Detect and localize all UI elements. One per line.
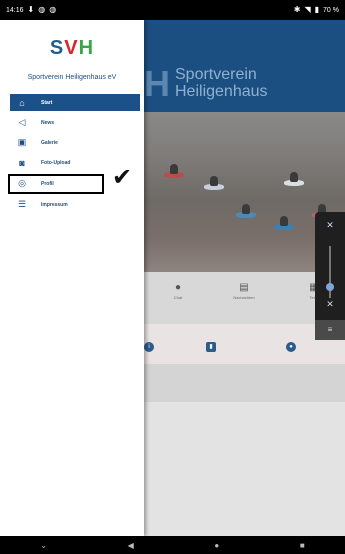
- content-band: [144, 364, 345, 402]
- nav-item-label: Start: [41, 99, 53, 106]
- battery-level: 70 %: [323, 6, 339, 14]
- mute-ring-icon[interactable]: ✕: [315, 220, 345, 231]
- navigation-drawer: SVH Sportverein Heiligenhaus eV ⌂ Start …: [0, 20, 144, 536]
- document-icon[interactable]: ▮: [206, 342, 216, 352]
- user-icon[interactable]: ●: [286, 342, 296, 352]
- shortcut-chat-label: Chat: [173, 295, 183, 300]
- status-bar: 14:16 ⬇ ◍ ◍ ✱ ◥ ▮ 70 %: [0, 0, 345, 20]
- nav-item-start[interactable]: ⌂ Start: [10, 94, 140, 111]
- nav-item-news[interactable]: ◁ News: [10, 114, 140, 131]
- circle-icon-row: i ▮ ●: [144, 338, 345, 358]
- info-icon[interactable]: i: [144, 342, 154, 352]
- send-icon: ◁: [18, 117, 26, 127]
- list-icon: ☰: [17, 199, 27, 209]
- download-icon: ⬇: [27, 5, 35, 14]
- club-name: Sportverein Heiligenhaus eV: [27, 74, 117, 81]
- nav-item-label: Galerie: [41, 139, 58, 146]
- app-logo-letter: H: [144, 63, 170, 104]
- paddler: [280, 216, 288, 226]
- shortcut-chat[interactable]: ● Chat: [158, 282, 198, 300]
- home-icon[interactable]: ●: [214, 541, 219, 550]
- app-title-line2: Heiligenhaus: [175, 82, 268, 100]
- notification-icon: ◍: [49, 5, 57, 14]
- content-area: [144, 402, 345, 536]
- volume-settings-icon[interactable]: ≡: [315, 320, 345, 340]
- nav-item-label: Foto-Upload: [41, 159, 71, 166]
- nav-item-galerie[interactable]: ▣ Galerie: [10, 134, 140, 151]
- nav-item-label: Impressum: [41, 201, 68, 208]
- chat-icon: ●: [174, 282, 182, 293]
- paddler: [210, 176, 218, 186]
- home-tag-icon: ⌂: [19, 97, 25, 108]
- hide-keyboard-icon[interactable]: ⌄: [40, 541, 47, 550]
- bluetooth-icon: ✱: [293, 5, 301, 14]
- nav-item-impressum[interactable]: ☰ Impressum: [10, 196, 140, 213]
- app-header: H Sportverein Heiligenhaus: [144, 20, 345, 112]
- back-icon[interactable]: ◀: [128, 541, 134, 550]
- app-title-line1: Sportverein: [175, 66, 257, 83]
- volume-slider-thumb[interactable]: [326, 283, 334, 291]
- device-screen: 14:16 ⬇ ◍ ◍ ✱ ◥ ▮ 70 % H Sportverein Hei…: [0, 0, 345, 554]
- camera-icon: ◙: [19, 157, 25, 168]
- nav-item-label: News: [41, 119, 55, 126]
- paddler: [170, 164, 178, 174]
- paddler: [290, 172, 298, 182]
- status-time: 14:16: [6, 6, 24, 14]
- notification-icon: ◍: [38, 5, 46, 14]
- message-icon: ▤: [239, 282, 249, 293]
- club-logo: SVH: [49, 37, 95, 59]
- annotation-box: [8, 174, 104, 194]
- battery-icon: ▮: [314, 5, 320, 14]
- system-nav-bar: ⌄ ◀ ● ■: [0, 536, 345, 554]
- wifi-icon: ◥: [304, 5, 311, 14]
- paddler: [242, 204, 250, 214]
- volume-panel: ✕ ✕ ≡: [315, 212, 345, 340]
- app-title: Sportverein Heiligenhaus: [175, 66, 268, 101]
- shortcut-nachrichten-label: Nachrichten: [233, 295, 255, 300]
- gallery-icon: ▣: [17, 137, 27, 147]
- checkmark-icon: ✔: [112, 164, 133, 191]
- mute-media-icon[interactable]: ✕: [315, 299, 345, 310]
- shortcut-nachrichten[interactable]: ▤ Nachrichten: [224, 282, 264, 300]
- recents-icon[interactable]: ■: [300, 541, 305, 550]
